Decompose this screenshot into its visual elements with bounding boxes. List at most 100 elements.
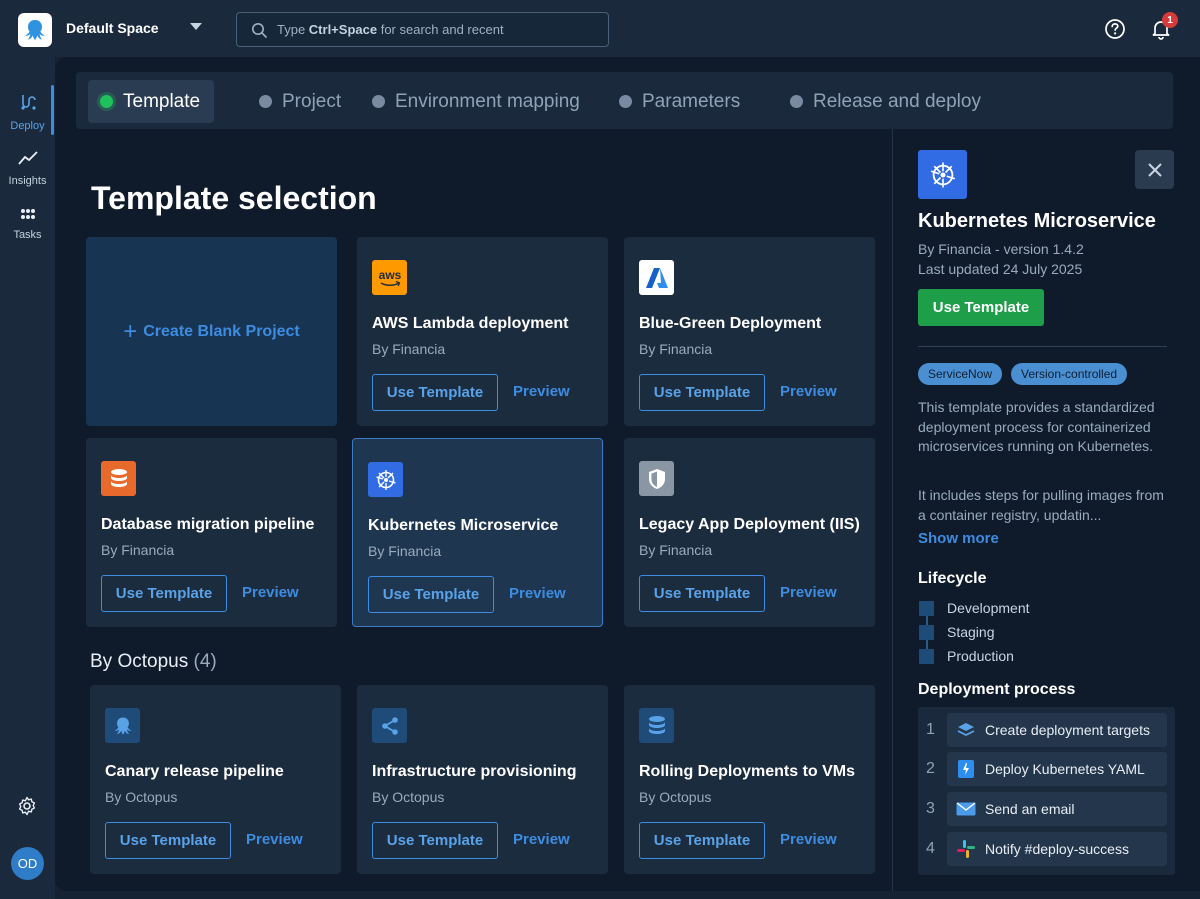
template-author: By Octopus	[105, 789, 178, 805]
slack-icon	[955, 838, 977, 860]
process-step-number: 3	[926, 800, 935, 817]
preview-link[interactable]: Preview	[780, 383, 837, 400]
tag-servicenow: ServiceNow	[918, 363, 1003, 385]
wizard-steps: Template Project Environment mapping Par…	[76, 72, 1173, 129]
template-title: AWS Lambda deployment	[372, 315, 569, 332]
help-icon[interactable]	[1104, 18, 1126, 45]
step-status-dot	[100, 95, 113, 108]
template-title: Kubernetes Microservice	[368, 517, 559, 534]
process-step-number: 4	[926, 840, 935, 857]
tag-version-controlled: Version-controlled	[1011, 363, 1128, 385]
detail-title: Kubernetes Microservice	[918, 210, 1156, 232]
nav-item-insights[interactable]: Insights	[0, 150, 55, 187]
nav-item-deploy[interactable]: Deploy	[0, 93, 55, 132]
template-title: Rolling Deployments to VMs	[639, 763, 856, 780]
step-release-and-deploy[interactable]: Release and deploy	[790, 80, 981, 123]
deployment-process-heading: Deployment process	[918, 681, 1076, 698]
preview-link[interactable]: Preview	[246, 831, 303, 848]
template-card-selected[interactable]: Kubernetes Microservice By Financia Use …	[352, 438, 603, 627]
step-project[interactable]: Project	[259, 80, 341, 123]
template-card[interactable]: Database migration pipeline By Financia …	[86, 438, 337, 627]
tasks-icon	[20, 207, 36, 224]
close-button[interactable]	[1135, 150, 1174, 189]
use-template-button-primary[interactable]: Use Template	[918, 289, 1044, 326]
template-title: Database migration pipeline	[101, 516, 315, 533]
create-blank-project-card[interactable]: + Create Blank Project	[86, 237, 337, 426]
preview-link[interactable]: Preview	[513, 831, 570, 848]
step-status-dot	[790, 95, 803, 108]
template-card[interactable]: Infrastructure provisioning By Octopus U…	[357, 685, 608, 874]
share-icon	[372, 708, 407, 743]
notification-badge: 1	[1162, 12, 1178, 28]
database-icon	[101, 461, 136, 496]
template-author: By Financia	[368, 543, 442, 559]
use-template-button[interactable]: Use Template	[368, 576, 494, 613]
search-icon	[251, 22, 267, 43]
use-template-button[interactable]: Use Template	[639, 575, 765, 612]
use-template-button[interactable]: Use Template	[101, 575, 227, 612]
close-icon	[1147, 162, 1162, 177]
template-author: By Financia	[639, 542, 713, 558]
template-card[interactable]: aws AWS Lambda deployment By Financia Us…	[357, 237, 608, 426]
template-title: Canary release pipeline	[105, 763, 284, 780]
divider	[918, 346, 1167, 347]
gear-icon[interactable]	[17, 796, 37, 821]
preview-link[interactable]: Preview	[513, 383, 570, 400]
process-step[interactable]: Send an email	[947, 792, 1167, 826]
avatar[interactable]: OD	[11, 847, 44, 880]
octopus-logo-icon[interactable]	[18, 13, 52, 47]
step-environment-mapping[interactable]: Environment mapping	[372, 80, 580, 123]
process-step-number: 2	[926, 760, 935, 777]
plus-icon: +	[123, 317, 138, 345]
chevron-down-icon[interactable]	[190, 23, 202, 30]
search-input[interactable]: Type Ctrl+Space for search and recent	[236, 12, 609, 47]
use-template-button[interactable]: Use Template	[372, 822, 498, 859]
nav-item-tasks[interactable]: Tasks	[0, 207, 55, 241]
use-template-button[interactable]: Use Template	[105, 822, 231, 859]
lifecycle-phase-marker	[919, 601, 934, 616]
left-nav: Deploy Insights Tasks OD	[0, 57, 55, 899]
step-template[interactable]: Template	[88, 80, 215, 123]
preview-link[interactable]: Preview	[509, 585, 566, 602]
lifecycle-phase-marker	[919, 649, 934, 664]
nav-label-tasks: Tasks	[13, 229, 42, 241]
template-card[interactable]: Blue-Green Deployment By Financia Use Te…	[624, 237, 875, 426]
template-author: By Financia	[101, 542, 175, 558]
detail-panel-divider	[892, 129, 893, 891]
step-status-dot	[259, 95, 272, 108]
use-template-button[interactable]: Use Template	[372, 374, 498, 411]
lifecycle-phase-production: Production	[947, 648, 1014, 664]
process-step[interactable]: Notify #deploy-success	[947, 832, 1167, 866]
layers-icon	[955, 719, 977, 741]
template-title: Infrastructure provisioning	[372, 763, 577, 780]
template-title: Legacy App Deployment (IIS)	[639, 516, 860, 533]
lifecycle-phase-staging: Staging	[947, 624, 995, 640]
show-more-link[interactable]: Show more	[918, 530, 999, 547]
template-card[interactable]: Legacy App Deployment (IIS) By Financia …	[624, 438, 875, 627]
template-card[interactable]: Rolling Deployments to VMs By Octopus Us…	[624, 685, 875, 874]
template-author: By Financia	[372, 341, 446, 357]
step-status-dot	[619, 95, 632, 108]
process-step[interactable]: Create deployment targets	[947, 713, 1167, 747]
preview-link[interactable]: Preview	[242, 584, 299, 601]
space-selector-label[interactable]: Default Space	[66, 20, 159, 36]
kubernetes-icon	[918, 150, 967, 199]
detail-version: By Financia - version 1.4.2	[918, 241, 1084, 257]
template-author: By Octopus	[372, 789, 445, 805]
use-template-button[interactable]: Use Template	[639, 822, 765, 859]
create-blank-project-label: Create Blank Project	[143, 322, 300, 340]
detail-last-updated: Last updated 24 July 2025	[918, 261, 1083, 277]
kubernetes-icon	[368, 462, 403, 497]
step-parameters[interactable]: Parameters	[619, 80, 740, 123]
preview-link[interactable]: Preview	[780, 831, 837, 848]
aws-icon: aws	[372, 260, 407, 295]
template-card[interactable]: Canary release pipeline By Octopus Use T…	[90, 685, 341, 874]
preview-link[interactable]: Preview	[780, 584, 837, 601]
yaml-icon	[955, 758, 977, 780]
lifecycle-phase-development: Development	[947, 600, 1030, 616]
insights-icon	[17, 151, 38, 170]
use-template-button[interactable]: Use Template	[639, 374, 765, 411]
azure-icon	[639, 260, 674, 295]
template-author: By Octopus	[639, 789, 712, 805]
process-step[interactable]: Deploy Kubernetes YAML	[947, 752, 1167, 786]
